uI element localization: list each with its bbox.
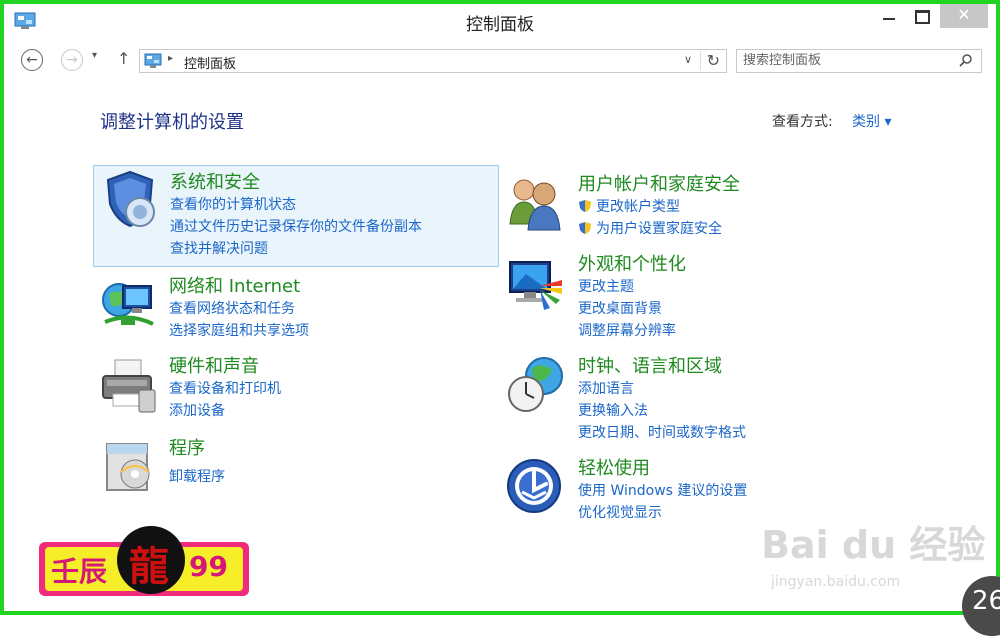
- page-number-badge: 26: [962, 576, 1000, 636]
- shield-icon: [106, 170, 155, 228]
- view-by-label: 查看方式:: [772, 114, 833, 130]
- category-title[interactable]: 用户帐户和家庭安全: [578, 170, 740, 196]
- category-user-accounts[interactable]: 用户帐户和家庭安全 更改帐户类型 为用户设置家庭安全: [502, 168, 922, 244]
- link-change-background[interactable]: 更改桌面背景: [578, 298, 662, 318]
- link-change-account-type[interactable]: 更改帐户类型: [578, 196, 680, 216]
- up-button[interactable]: ↑: [117, 49, 130, 68]
- link-change-theme[interactable]: 更改主题: [578, 276, 634, 296]
- page-heading: 调整计算机的设置: [100, 112, 244, 133]
- category-hardware-sound[interactable]: 硬件和声音 查看设备和打印机 添加设备: [93, 350, 499, 420]
- category-system-security[interactable]: 系统和安全 查看你的计算机状态 通过文件历史记录保存你的文件备份副本 查找并解决…: [93, 165, 499, 267]
- link-optimize-visual-display[interactable]: 优化视觉显示: [578, 502, 662, 522]
- search-icon[interactable]: [959, 53, 973, 67]
- monitor-icon: [509, 261, 562, 310]
- link-family-safety[interactable]: 为用户设置家庭安全: [578, 218, 722, 238]
- search-input[interactable]: [743, 53, 943, 68]
- link-troubleshoot[interactable]: 查找并解决问题: [170, 238, 268, 258]
- link-label: 为用户设置家庭安全: [596, 221, 722, 237]
- category-programs[interactable]: 程序 卸载程序: [93, 432, 499, 492]
- link-change-input-method[interactable]: 更换输入法: [578, 400, 648, 420]
- category-clock-language-region[interactable]: 时钟、语言和区域 添加语言 更换输入法 更改日期、时间或数字格式: [502, 350, 922, 442]
- window-title: 控制面板: [466, 15, 534, 35]
- clock-globe-icon: [508, 357, 563, 412]
- link-recommended-settings[interactable]: 使用 Windows 建议的设置: [578, 480, 747, 500]
- category-ease-of-access[interactable]: 轻松使用 使用 Windows 建议的设置 优化视觉显示: [502, 452, 922, 522]
- minimize-button[interactable]: [874, 4, 904, 28]
- window-frame: 控制面板 ✕ ← → ▾ ↑ ▸ 控制面板 ∨ ↻ 搜索控制面板 调整计算机的设…: [0, 0, 1000, 636]
- logo-dragon-char: 龍: [129, 544, 169, 590]
- link-label: 更改帐户类型: [596, 199, 680, 215]
- category-network-internet[interactable]: 网络和 Internet 查看网络状态和任务 选择家庭组和共享选项: [93, 270, 499, 340]
- link-file-history-backup[interactable]: 通过文件历史记录保存你的文件备份副本: [170, 216, 422, 236]
- maximize-button[interactable]: [906, 4, 938, 28]
- users-icon: [509, 179, 561, 231]
- category-title[interactable]: 轻松使用: [578, 454, 650, 480]
- link-screen-resolution[interactable]: 调整屏幕分辨率: [578, 320, 676, 340]
- recent-locations-button[interactable]: ▾: [92, 50, 97, 61]
- refresh-button[interactable]: ↻: [699, 51, 720, 70]
- ease-of-access-icon: [507, 459, 561, 513]
- link-homegroup-sharing[interactable]: 选择家庭组和共享选项: [169, 320, 309, 340]
- forward-button[interactable]: →: [61, 49, 83, 71]
- uac-shield-icon: [579, 222, 591, 234]
- view-by-dropdown[interactable]: 类别 ▾: [852, 111, 891, 131]
- logo-text-right: 99: [189, 550, 228, 583]
- address-bar[interactable]: ▸ 控制面板 ∨ ↻: [139, 49, 727, 73]
- category-title[interactable]: 外观和个性化: [578, 250, 686, 276]
- breadcrumb-control-panel[interactable]: 控制面板: [184, 53, 236, 72]
- category-title[interactable]: 时钟、语言和区域: [578, 352, 722, 378]
- author-logo-stamp: 壬辰 99 龍: [39, 526, 249, 598]
- watermark-url: jingyan.baidu.com: [771, 574, 901, 590]
- category-appearance[interactable]: 外观和个性化 更改主题 更改桌面背景 调整屏幕分辨率: [502, 248, 922, 340]
- category-title[interactable]: 程序: [169, 434, 205, 460]
- uac-shield-icon: [579, 200, 591, 212]
- programs-icon: [106, 443, 150, 491]
- link-network-status[interactable]: 查看网络状态和任务: [169, 298, 295, 318]
- address-dropdown-button[interactable]: ∨: [684, 53, 692, 66]
- watermark-brand: Bai du 经验: [761, 523, 986, 567]
- link-uninstall-program[interactable]: 卸载程序: [169, 466, 225, 486]
- link-date-time-format[interactable]: 更改日期、时间或数字格式: [578, 422, 746, 442]
- network-icon: [102, 283, 154, 326]
- link-devices-printers[interactable]: 查看设备和打印机: [169, 378, 281, 398]
- close-button[interactable]: ✕: [940, 4, 988, 28]
- printer-icon: [102, 359, 156, 413]
- category-title[interactable]: 硬件和声音: [169, 352, 259, 378]
- page-number: 26: [972, 586, 1000, 616]
- search-box[interactable]: [736, 49, 982, 73]
- link-view-computer-status[interactable]: 查看你的计算机状态: [170, 194, 296, 214]
- back-button[interactable]: ←: [21, 49, 43, 71]
- title-bar: 控制面板 ✕: [4, 4, 996, 38]
- control-panel-icon: [144, 53, 162, 68]
- category-title[interactable]: 网络和 Internet: [169, 272, 300, 298]
- link-add-language[interactable]: 添加语言: [578, 378, 634, 398]
- navigation-bar: ← → ▾ ↑ ▸ 控制面板 ∨ ↻: [4, 42, 996, 80]
- logo-text-left: 壬辰: [51, 555, 108, 588]
- link-add-device[interactable]: 添加设备: [169, 400, 225, 420]
- category-title[interactable]: 系统和安全: [170, 168, 260, 194]
- breadcrumb-separator[interactable]: ▸: [168, 53, 173, 64]
